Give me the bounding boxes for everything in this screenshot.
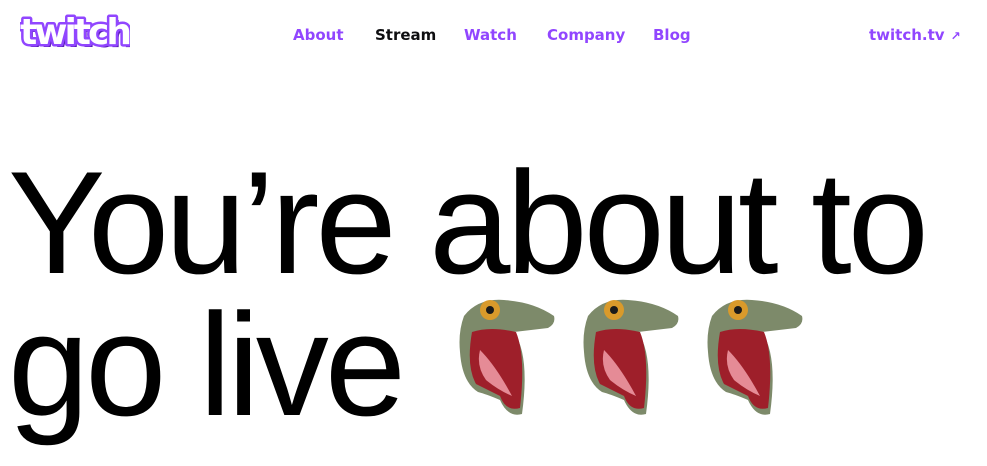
hero-section: You’re about to go live (0, 0, 987, 466)
hero-heading-line-2: go live (8, 283, 406, 446)
dinosaur-emote-icon (456, 296, 556, 418)
dinosaur-emote-icon (704, 296, 804, 418)
hero-heading-line-1: You’re about to (8, 141, 929, 304)
dinosaur-emote-icon (580, 296, 680, 418)
